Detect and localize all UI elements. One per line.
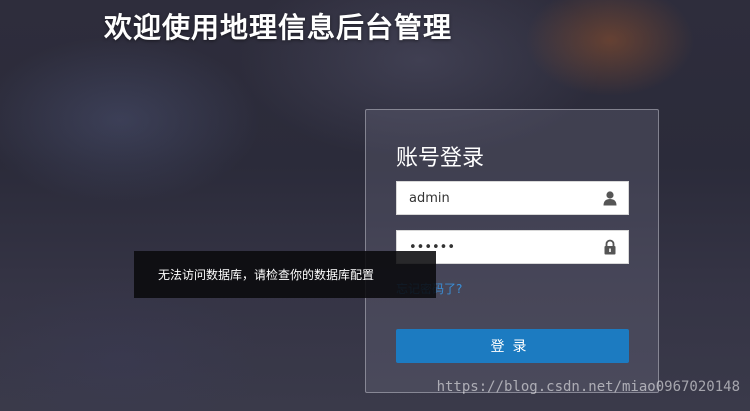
login-title: 账号登录 <box>396 146 485 171</box>
error-toast: 无法访问数据库，请检查你的数据库配置 <box>134 251 436 298</box>
lock-icon <box>602 239 618 255</box>
toast-message: 无法访问数据库，请检查你的数据库配置 <box>158 268 375 282</box>
username-field[interactable] <box>396 181 629 215</box>
username-input[interactable] <box>397 182 599 214</box>
watermark: https://blog.csdn.net/miao0967020148 <box>436 379 740 395</box>
login-button[interactable]: 登录 <box>396 329 629 363</box>
user-icon <box>602 190 618 206</box>
page-title: 欢迎使用地理信息后台管理 <box>104 11 453 44</box>
